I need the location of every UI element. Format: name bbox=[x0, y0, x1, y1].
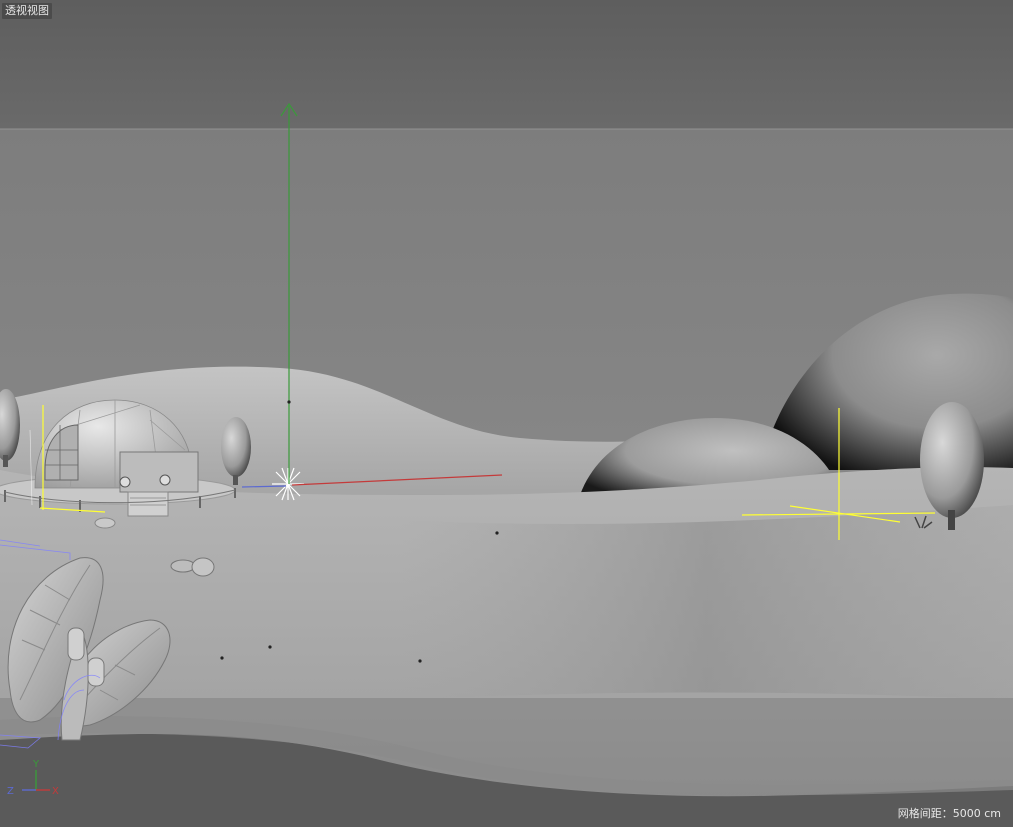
grid-spacing-readout: 网格间距：5000 cm bbox=[897, 807, 1001, 820]
leaf-bud bbox=[87, 657, 105, 687]
axis-gizmo: Y X Z bbox=[7, 759, 59, 797]
house-porch bbox=[119, 451, 199, 493]
light-burst-icon[interactable] bbox=[272, 467, 304, 501]
axis-gizmo-y-label: Y bbox=[32, 759, 40, 770]
porch-lamp bbox=[119, 476, 131, 488]
axis-gizmo-x-label: X bbox=[52, 786, 59, 797]
axis-gizmo-z-label: Z bbox=[7, 786, 14, 797]
perspective-viewport[interactable]: 透视视图 Y X Z 网格间距：5000 cm bbox=[0, 0, 1013, 827]
3d-scene[interactable] bbox=[0, 0, 1013, 827]
porch-lamp bbox=[159, 474, 171, 486]
leaf-bud bbox=[67, 627, 85, 661]
sky-background bbox=[0, 0, 1013, 130]
porch-ramp bbox=[127, 491, 169, 517]
view-name-label[interactable]: 透视视图 bbox=[2, 3, 52, 19]
ground-shadow-band bbox=[400, 505, 1013, 700]
